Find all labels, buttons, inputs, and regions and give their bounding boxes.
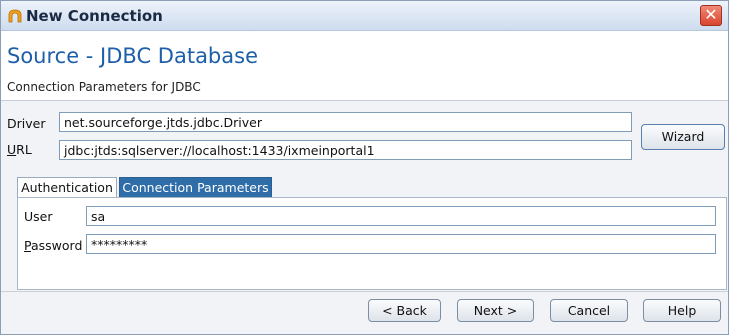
back-button[interactable]: < Back [368,299,441,322]
user-field[interactable]: sa [86,206,716,226]
page-subtitle: Connection Parameters for JDBC [7,80,201,94]
user-label: User [24,209,53,224]
url-field[interactable]: jdbc:jtds:sqlserver://localhost:1433/ixm… [59,140,632,160]
url-label: URL [7,142,32,157]
connection-icon [8,9,22,23]
wizard-button[interactable]: Wizard [641,124,725,150]
authentication-panel: User sa Password ********* [17,197,727,290]
password-field[interactable]: ********* [86,234,716,254]
footer-divider [1,291,728,292]
page-title: Source - JDBC Database [7,44,258,68]
driver-field[interactable]: net.sourceforge.jtds.jdbc.Driver [59,112,632,132]
tab-authentication[interactable]: Authentication [17,177,117,198]
help-button[interactable]: Help [643,299,721,322]
password-label-mnemonic: P [24,238,31,253]
driver-label: Driver [7,116,46,131]
dialog-header: Source - JDBC Database Connection Parame… [1,31,728,101]
cancel-button[interactable]: Cancel [550,299,628,322]
url-label-rest: RL [16,142,32,157]
title-bar[interactable]: New Connection ✕ [1,1,728,31]
close-icon[interactable]: ✕ [700,5,722,26]
next-button[interactable]: Next > [457,299,534,322]
window-title: New Connection [26,7,163,25]
tab-connection-parameters[interactable]: Connection Parameters [119,177,272,198]
new-connection-dialog: New Connection ✕ Source - JDBC Database … [0,0,729,335]
password-label: Password [24,238,82,253]
url-label-mnemonic: U [7,142,17,157]
password-label-rest: assword [30,238,83,253]
